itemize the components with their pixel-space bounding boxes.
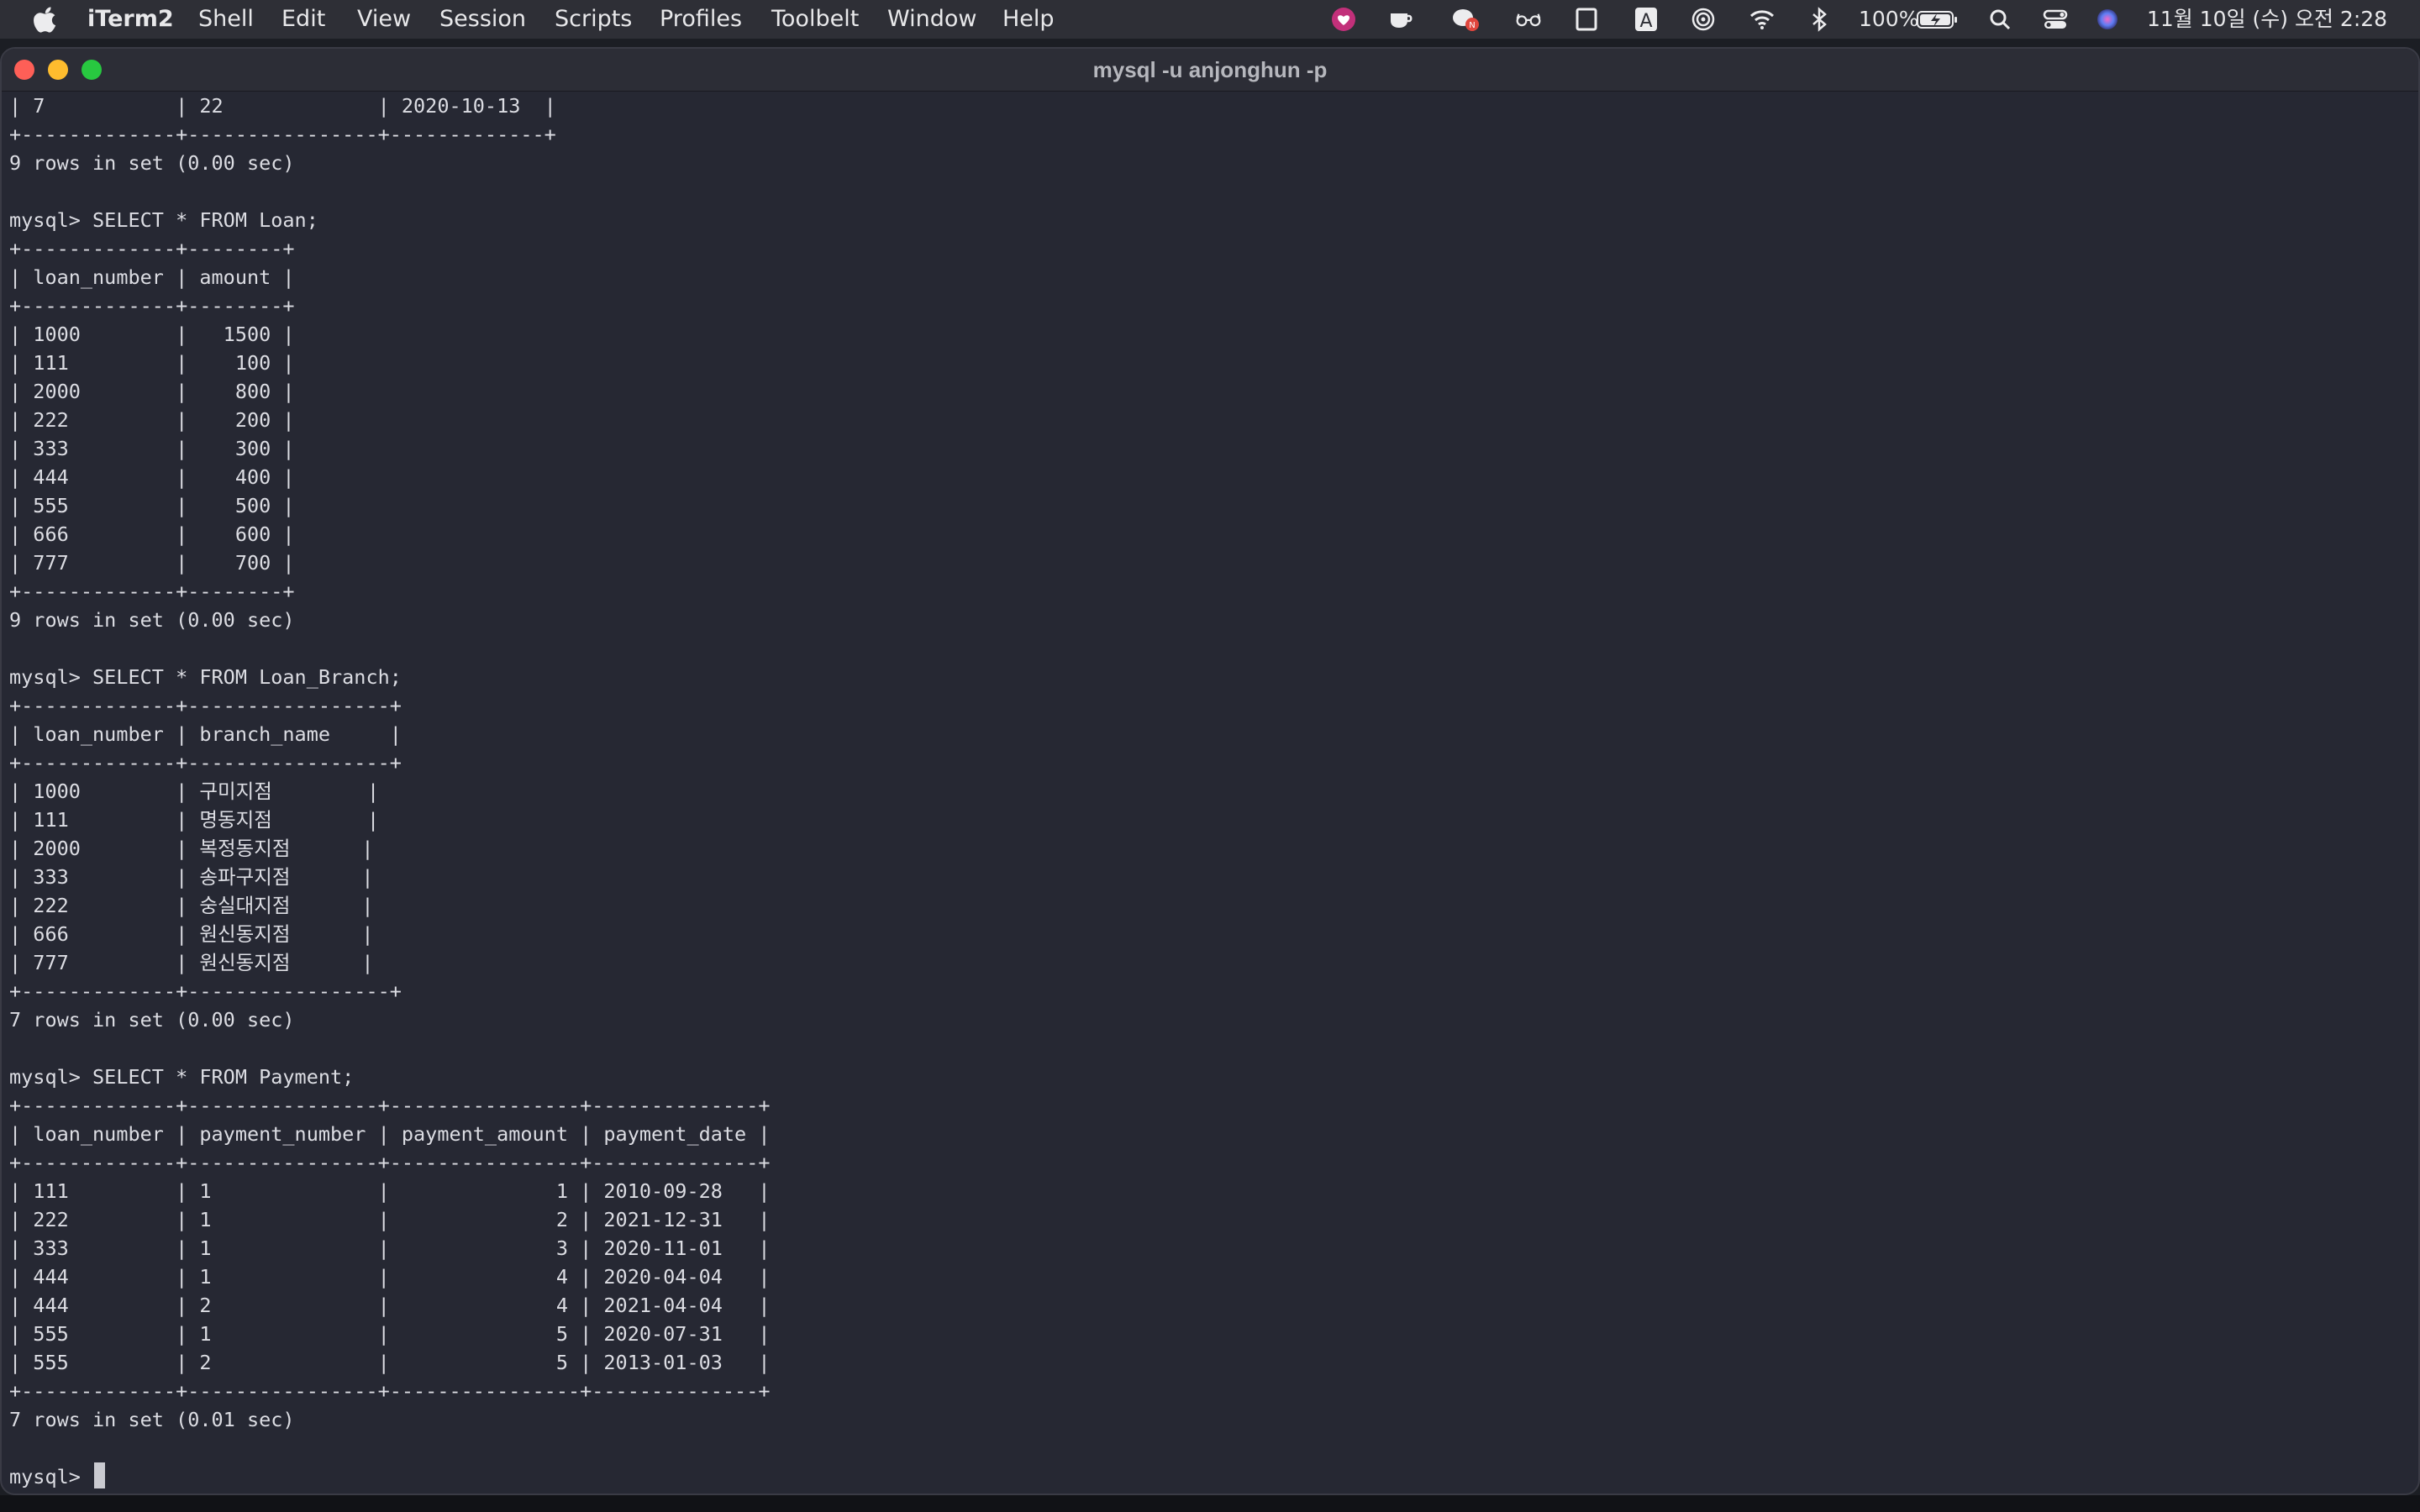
terminal-line: | 111 | 명동지점 | [9, 808, 380, 832]
terminal-line: +-------------+--------+ [9, 580, 295, 603]
terminal-line: mysql> SELECT * FROM Loan; [9, 208, 318, 232]
battery-percentage: 100% [1859, 7, 1919, 31]
menu-edit[interactable]: Edit [281, 6, 325, 33]
terminal-line: | 666 | 600 | [9, 522, 295, 546]
terminal-line: | loan_number | payment_number | payment… [9, 1122, 771, 1146]
menu-help[interactable]: Help [1002, 6, 1055, 33]
bluetooth-icon[interactable] [1806, 7, 1833, 32]
terminal-line: | 555 | 1 | 5 | 2020-07-31 | [9, 1322, 771, 1346]
airdrop-icon[interactable] [1690, 7, 1717, 32]
terminal-output[interactable]: | 7 | 22 | 2020-10-13 | +-------------+--… [9, 92, 2418, 1494]
mysql-prompt: mysql> [9, 1465, 93, 1488]
terminal-line: | 2000 | 800 | [9, 380, 295, 403]
terminal-line: 9 rows in set (0.00 sec) [9, 608, 295, 632]
search-icon[interactable] [1987, 7, 2014, 32]
battery-icon[interactable] [1916, 7, 1960, 32]
terminal-line: 9 rows in set (0.00 sec) [9, 151, 295, 175]
terminal-line: +-------------+--------+ [9, 237, 295, 260]
coffee-cup-icon[interactable] [1387, 7, 1414, 32]
terminal-line: +-------------+-----------------+ [9, 751, 402, 774]
terminal-line: mysql> SELECT * FROM Payment; [9, 1065, 355, 1089]
terminal-line: | 555 | 500 | [9, 494, 295, 517]
terminal-line: | 222 | 200 | [9, 408, 295, 432]
window-title: mysql -u anjonghun -p [1092, 57, 1328, 82]
terminal-line: | 444 | 1 | 4 | 2020-04-04 | [9, 1265, 771, 1289]
menu-profiles[interactable]: Profiles [660, 6, 742, 33]
terminal-line: | 111 | 1 | 1 | 2010-09-28 | [9, 1179, 771, 1203]
terminal-line: | 1000 | 1500 | [9, 323, 295, 346]
terminal-window: mysql -u anjonghun -p | 7 | 22 | 2020-10… [0, 47, 2420, 1495]
terminal-line: mysql> SELECT * FROM Loan_Branch; [9, 665, 402, 689]
menu-view[interactable]: View [357, 6, 411, 33]
glasses-icon[interactable] [1515, 7, 1542, 32]
control-center-icon[interactable] [2042, 7, 2069, 32]
clock-datetime[interactable]: 11월 10일 (수) 오전 2:28 [2147, 6, 2387, 33]
prompt-line[interactable]: mysql> [9, 1462, 2418, 1491]
svg-text:N: N [1469, 21, 1475, 30]
menu-window[interactable]: Window [887, 6, 976, 33]
terminal-line: +-------------+----------------+--------… [9, 1094, 771, 1117]
menu-session[interactable]: Session [439, 6, 526, 33]
terminal-line: | 333 | 1 | 3 | 2020-11-01 | [9, 1236, 771, 1260]
terminal-line: +-------------+--------+ [9, 294, 295, 318]
terminal-line: | 7 | 22 | 2020-10-13 | [9, 94, 556, 118]
terminal-line: | 333 | 300 | [9, 437, 295, 460]
terminal-line: +-------------+-----------------+ [9, 694, 402, 717]
terminal-line: 7 rows in set (0.01 sec) [9, 1408, 295, 1431]
terminal-line: | 444 | 2 | 4 | 2021-04-04 | [9, 1294, 771, 1317]
terminal-line: | loan_number | branch_name | [9, 722, 402, 746]
square-window-icon[interactable] [1573, 7, 1600, 32]
menu-scripts[interactable]: Scripts [555, 6, 632, 33]
terminal-line: | 777 | 원신동지점 | [9, 951, 374, 974]
menu-shell[interactable]: Shell [198, 6, 254, 33]
terminal-line: +-------------+----------------+--------… [9, 1151, 771, 1174]
terminal-line: | 222 | 1 | 2 | 2021-12-31 | [9, 1208, 771, 1231]
input-source-a-icon[interactable]: A [1633, 7, 1660, 32]
terminal-line: +-------------+----------------+--------… [9, 123, 556, 146]
dock-edge [0, 1495, 2420, 1512]
siri-icon[interactable] [2094, 7, 2121, 32]
menu-app-iterm2[interactable]: iTerm2 [87, 6, 174, 33]
terminal-line: +-------------+-----------------+ [9, 979, 402, 1003]
terminal-line: | 222 | 숭실대지점 | [9, 894, 374, 917]
terminal-line: | 2000 | 복정동지점 | [9, 837, 374, 860]
terminal-line: | 1000 | 구미지점 | [9, 780, 380, 803]
terminal-line: | 555 | 2 | 5 | 2013-01-03 | [9, 1351, 771, 1374]
menu-toolbelt[interactable]: Toolbelt [771, 6, 859, 33]
terminal-line: | 777 | 700 | [9, 551, 295, 575]
terminal-line: | 111 | 100 | [9, 351, 295, 375]
apple-logo-icon[interactable] [34, 6, 59, 33]
chat-notification-icon[interactable]: N [1452, 7, 1479, 32]
heart-monitor-icon[interactable] [1330, 7, 1357, 32]
window-titlebar[interactable]: mysql -u anjonghun -p [2, 49, 2418, 92]
terminal-line: | 444 | 400 | [9, 465, 295, 489]
terminal-line: +-------------+----------------+--------… [9, 1379, 771, 1403]
terminal-line: | 333 | 송파구지점 | [9, 865, 374, 889]
terminal-line: 7 rows in set (0.00 sec) [9, 1008, 295, 1032]
menu-bar: iTerm2 Shell Edit View Session Scripts P… [0, 0, 2420, 39]
terminal-line: | loan_number | amount | [9, 265, 295, 289]
svg-text:A: A [1639, 11, 1652, 32]
terminal-line: | 666 | 원신동지점 | [9, 922, 374, 946]
text-cursor [94, 1462, 106, 1488]
wifi-icon[interactable] [1749, 7, 1776, 32]
